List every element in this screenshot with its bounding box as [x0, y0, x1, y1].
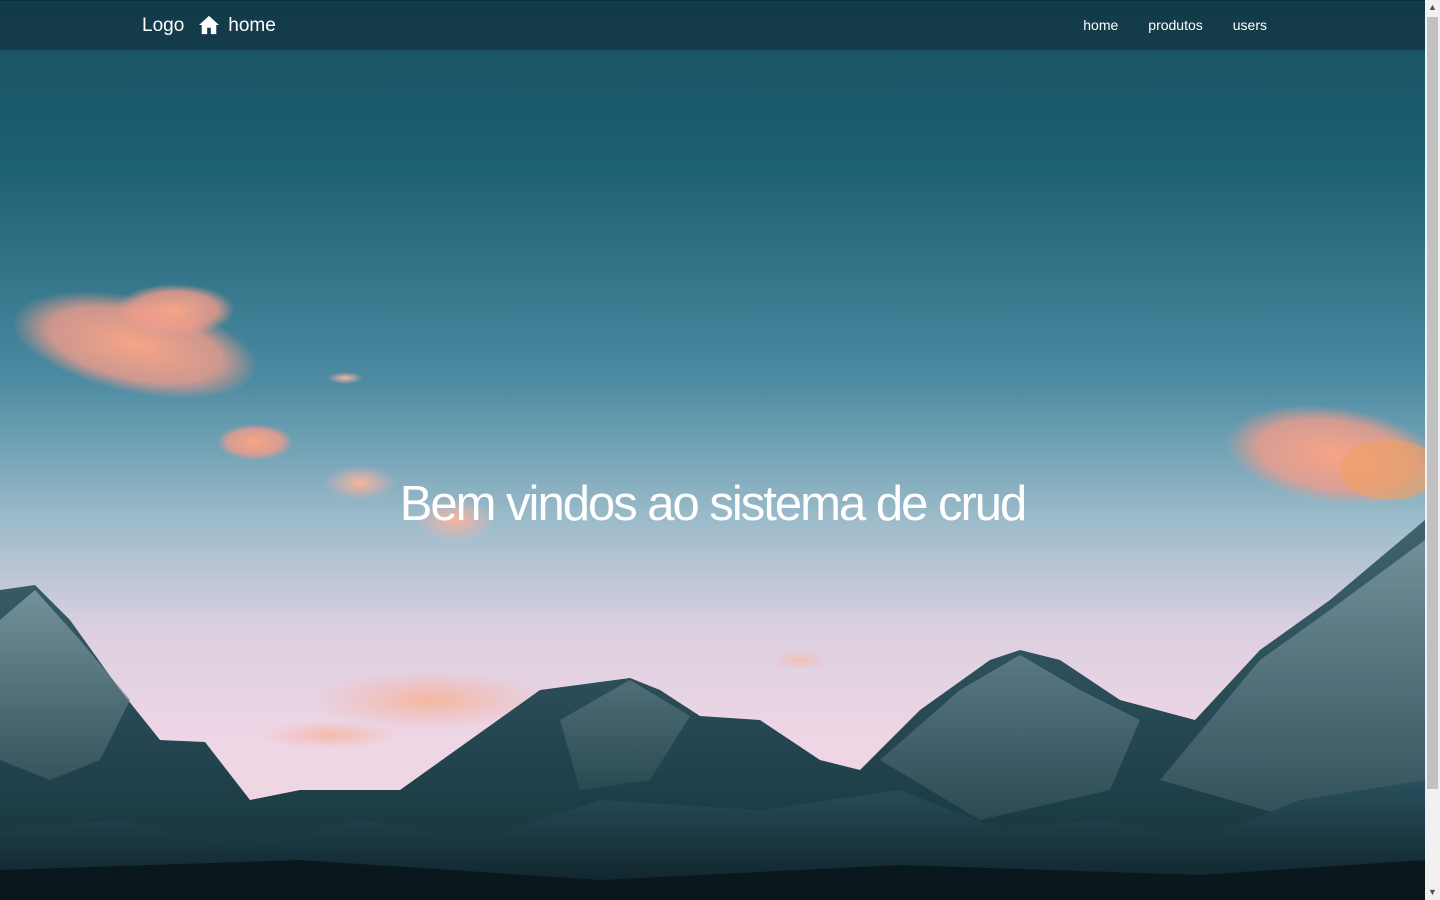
brand: Logo home: [142, 1, 276, 51]
page-viewport: Logo home home produtos users Bem vindos…: [0, 0, 1425, 900]
home-icon: [199, 15, 220, 35]
navbar: Logo home home produtos users: [0, 0, 1425, 50]
nav-link-home[interactable]: home: [1083, 17, 1118, 33]
brand-home-label: home: [228, 15, 276, 36]
vertical-scrollbar[interactable]: ▲ ▼: [1425, 0, 1440, 900]
hero-background-image: [0, 0, 1425, 900]
scroll-up-arrow-icon[interactable]: ▲: [1425, 0, 1440, 15]
logo[interactable]: Logo: [142, 15, 184, 37]
nav-link-users[interactable]: users: [1233, 17, 1267, 33]
nav-links: home produtos users: [1083, 1, 1267, 51]
scrollbar-thumb[interactable]: [1427, 17, 1438, 789]
brand-home-link[interactable]: home: [198, 15, 276, 37]
hero-title: Bem vindos ao sistema de crud: [399, 477, 1028, 531]
nav-link-produtos[interactable]: produtos: [1148, 17, 1202, 33]
scroll-down-arrow-icon[interactable]: ▼: [1425, 885, 1440, 900]
